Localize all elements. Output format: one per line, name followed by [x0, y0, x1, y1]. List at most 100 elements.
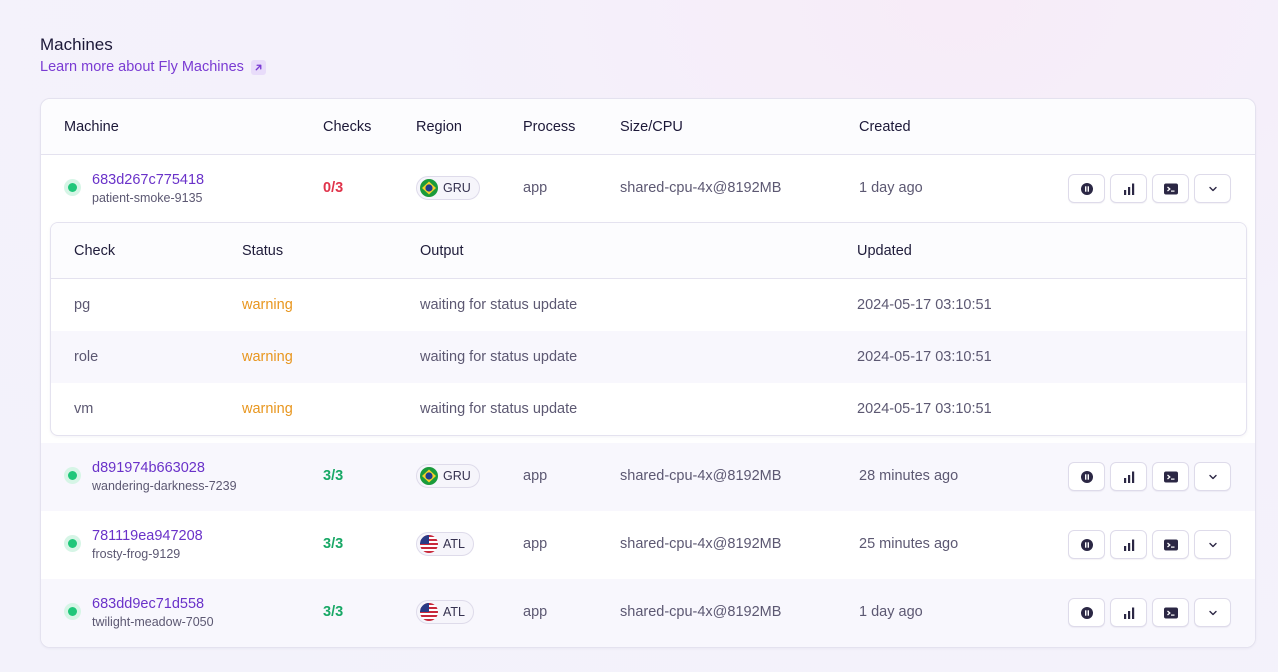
checks-count[interactable]: 3/3 — [323, 468, 343, 484]
pause-button[interactable] — [1068, 598, 1105, 627]
created-time: 1 day ago — [859, 180, 923, 196]
console-icon — [1163, 471, 1178, 482]
metrics-icon — [1123, 183, 1134, 195]
check-row: pg warning waiting for status update 202… — [51, 279, 1246, 331]
col-check: Check — [74, 243, 116, 259]
machine-row[interactable]: 683d267c775418 patient-smoke-9135 0/3 GR… — [41, 155, 1255, 443]
more-options-button[interactable] — [1194, 174, 1231, 203]
pause-button[interactable] — [1068, 462, 1105, 491]
pause-icon — [1080, 182, 1093, 195]
checks-count[interactable]: 0/3 — [323, 180, 343, 196]
brazil-flag-icon — [420, 179, 438, 197]
pause-icon — [1080, 538, 1093, 551]
check-output: waiting for status update — [420, 349, 578, 365]
more-options-button[interactable] — [1194, 530, 1231, 559]
col-machine: Machine — [64, 119, 119, 135]
pause-button[interactable] — [1068, 174, 1105, 203]
region-badge: GRU — [416, 464, 480, 488]
console-button[interactable] — [1152, 598, 1189, 627]
check-name: role — [74, 349, 99, 365]
metrics-button[interactable] — [1110, 598, 1147, 627]
learn-more-link[interactable]: Learn more about Fly Machines — [40, 59, 266, 75]
machine-id-link[interactable]: d891974b663028 — [92, 460, 237, 477]
console-icon — [1163, 607, 1178, 618]
check-name: pg — [74, 297, 91, 313]
pause-icon — [1080, 470, 1093, 483]
checks-subtable: Check Status Output Updated pg warning w… — [50, 222, 1247, 436]
machine-size: shared-cpu-4x@8192MB — [620, 604, 782, 620]
col-status: Status — [242, 243, 284, 259]
check-status: warning — [242, 349, 293, 365]
console-button[interactable] — [1152, 174, 1189, 203]
process-name: app — [523, 536, 548, 552]
checks-header: Check Status Output Updated — [51, 223, 1246, 279]
running-status-icon — [64, 535, 81, 552]
col-created: Created — [859, 119, 911, 135]
row-actions — [1068, 462, 1231, 491]
console-icon — [1163, 539, 1178, 550]
check-status: warning — [242, 401, 293, 417]
metrics-button[interactable] — [1110, 174, 1147, 203]
chevron-down-icon — [1208, 542, 1217, 547]
page-title: Machines — [40, 35, 113, 54]
running-status-icon — [64, 603, 81, 620]
external-link-icon — [250, 59, 266, 75]
region-badge: ATL — [416, 600, 474, 624]
machine-size: shared-cpu-4x@8192MB — [620, 468, 782, 484]
process-name: app — [523, 468, 548, 484]
running-status-icon — [64, 179, 81, 196]
brazil-flag-icon — [420, 467, 438, 485]
check-status: warning — [242, 297, 293, 313]
metrics-icon — [1123, 539, 1134, 551]
row-actions — [1068, 174, 1231, 203]
check-updated: 2024-05-17 03:10:51 — [857, 297, 992, 313]
machine-size: shared-cpu-4x@8192MB — [620, 536, 782, 552]
metrics-button[interactable] — [1110, 530, 1147, 559]
machine-row[interactable]: d891974b663028 wandering-darkness-7239 3… — [41, 443, 1255, 511]
machine-row[interactable]: 781119ea947208 frosty-frog-9129 3/3 ATL … — [41, 511, 1255, 579]
pause-icon — [1080, 606, 1093, 619]
table-header: Machine Checks Region Process Size/CPU C… — [41, 99, 1255, 155]
check-output: waiting for status update — [420, 297, 578, 313]
machines-table: Machine Checks Region Process Size/CPU C… — [40, 98, 1256, 648]
process-name: app — [523, 604, 548, 620]
metrics-icon — [1123, 471, 1134, 483]
machine-id-link[interactable]: 683dd9ec71d558 — [92, 596, 214, 613]
more-options-button[interactable] — [1194, 598, 1231, 627]
col-output: Output — [420, 243, 464, 259]
checks-count[interactable]: 3/3 — [323, 536, 343, 552]
check-updated: 2024-05-17 03:10:51 — [857, 349, 992, 365]
check-name: vm — [74, 401, 94, 417]
created-time: 25 minutes ago — [859, 536, 959, 552]
checks-count[interactable]: 3/3 — [323, 604, 343, 620]
machine-id-link[interactable]: 781119ea947208 — [92, 528, 203, 545]
more-options-button[interactable] — [1194, 462, 1231, 491]
col-size: Size/CPU — [620, 119, 683, 135]
machine-row[interactable]: 683dd9ec71d558 twilight-meadow-7050 3/3 … — [41, 579, 1255, 647]
learn-more-label: Learn more about Fly Machines — [40, 59, 244, 75]
process-name: app — [523, 180, 548, 196]
check-updated: 2024-05-17 03:10:51 — [857, 401, 992, 417]
region-badge: ATL — [416, 532, 474, 556]
console-icon — [1163, 183, 1178, 194]
col-checks: Checks — [323, 119, 372, 135]
chevron-down-icon — [1208, 610, 1217, 615]
machine-id-link[interactable]: 683d267c775418 — [92, 172, 204, 189]
machine-size: shared-cpu-4x@8192MB — [620, 180, 782, 196]
created-time: 1 day ago — [859, 604, 923, 620]
region-code: GRU — [443, 469, 471, 483]
check-row: vm warning waiting for status update 202… — [51, 383, 1246, 435]
machine-name: patient-smoke-9135 — [92, 191, 203, 205]
console-button[interactable] — [1152, 462, 1189, 491]
usa-flag-icon — [420, 535, 438, 553]
col-process: Process — [523, 119, 576, 135]
region-badge: GRU — [416, 176, 480, 200]
machine-name: wandering-darkness-7239 — [92, 479, 237, 493]
machine-name: twilight-meadow-7050 — [92, 615, 214, 629]
created-time: 28 minutes ago — [859, 468, 959, 484]
region-code: GRU — [443, 181, 471, 195]
row-actions — [1068, 598, 1231, 627]
metrics-button[interactable] — [1110, 462, 1147, 491]
pause-button[interactable] — [1068, 530, 1105, 559]
console-button[interactable] — [1152, 530, 1189, 559]
